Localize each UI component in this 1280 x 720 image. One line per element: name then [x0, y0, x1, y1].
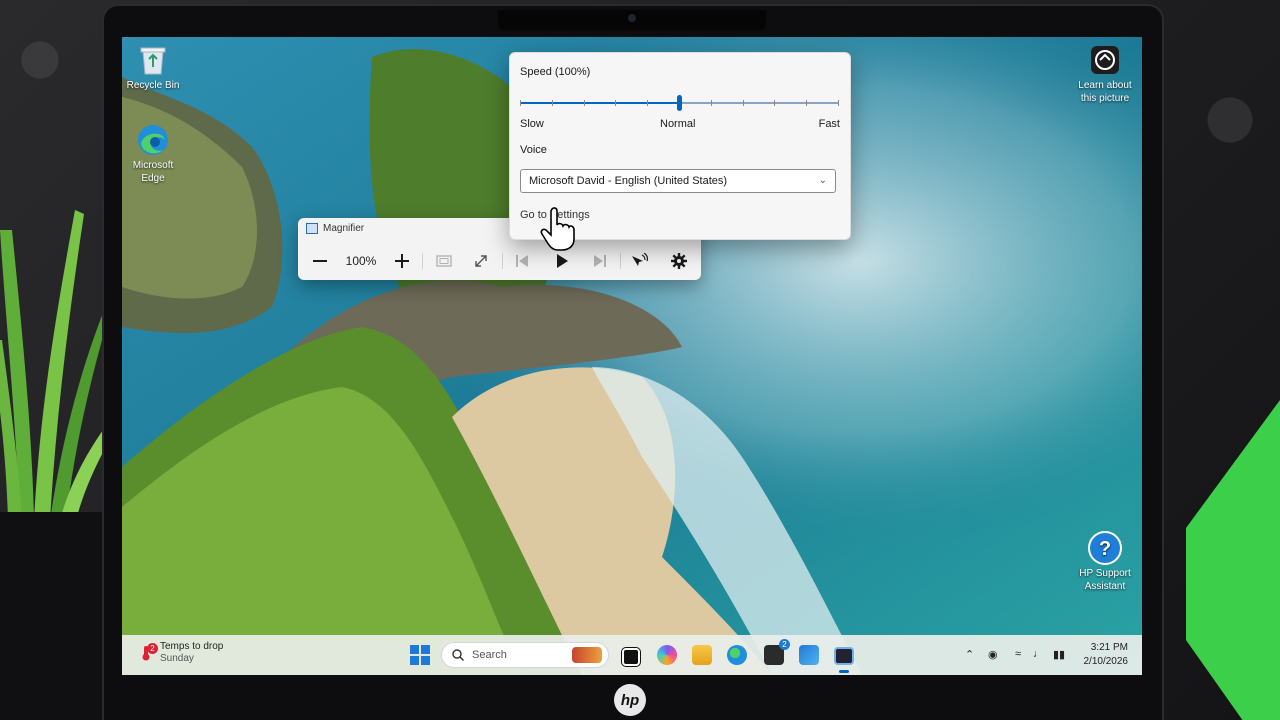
slider-tick [838, 100, 839, 106]
windows-logo-icon [421, 656, 430, 665]
desktop-icon-learn-about-picture[interactable]: Learn about this picture [1074, 43, 1136, 105]
outlook-icon[interactable] [799, 645, 819, 665]
slow-label: Slow [520, 118, 544, 130]
fast-label: Fast [818, 118, 840, 130]
desktop-icon-label: HP Support Assistant [1079, 568, 1131, 592]
next-button[interactable] [588, 244, 612, 278]
zoom-out-button[interactable] [308, 244, 332, 278]
thermometer-icon: 2 [138, 643, 158, 661]
search-placeholder: Search [472, 649, 507, 661]
read-aloud-icon [632, 253, 648, 266]
speed-slider[interactable] [520, 95, 839, 111]
slider-fill [520, 102, 679, 104]
weather-badge: 2 [147, 643, 158, 654]
desktop-icon-hp-support[interactable]: ? HP Support Assistant [1074, 531, 1136, 593]
desktop-icon-label: Microsoft Edge [132, 160, 174, 184]
plant-pot [0, 512, 104, 720]
microsoft-store-icon[interactable]: 2 [764, 639, 790, 665]
edge-icon [136, 123, 170, 157]
slider-tick [710, 100, 712, 106]
slider-tick [551, 100, 553, 106]
magnifier-toolbar: 100% [298, 244, 701, 278]
separator [502, 253, 503, 269]
slider-tick [520, 100, 521, 106]
zoom-level: 100% [345, 254, 377, 268]
slider-tick [647, 100, 649, 106]
desktop-icon-label: Recycle Bin [126, 80, 180, 91]
expand-button[interactable] [469, 244, 493, 278]
clock[interactable]: 3:21 PM 2/10/2026 [1084, 641, 1129, 669]
camera-info-icon [1088, 43, 1122, 77]
hp-logo: hp [614, 684, 646, 716]
slider-tick [774, 100, 776, 106]
weather-widget[interactable]: 2 Temps to drop Sunday [138, 641, 223, 665]
taskbar: 2 Temps to drop Sunday Search 2 ⌃ ◉ ≈ ♩ [122, 635, 1142, 675]
magnifier-title: Magnifier [323, 223, 365, 234]
speed-label: Speed (100%) [520, 66, 591, 78]
minus-icon [313, 260, 327, 262]
view-button[interactable] [432, 244, 456, 278]
slider-tick [806, 100, 808, 106]
voice-selected-value: Microsoft David - English (United States… [529, 175, 728, 187]
gear-icon [671, 253, 687, 269]
copilot-icon[interactable] [657, 645, 677, 665]
edge-taskbar-icon[interactable] [727, 645, 747, 665]
expand-icon [475, 255, 487, 267]
start-button[interactable] [410, 645, 430, 665]
active-app-indicator [839, 670, 849, 673]
desktop-icon-edge[interactable]: Microsoft Edge [122, 123, 184, 185]
chevron-down-icon: ⌄ [818, 175, 827, 186]
desktop-icon-recycle-bin[interactable]: Recycle Bin [122, 43, 184, 92]
normal-label: Normal [660, 118, 696, 130]
plant [0, 210, 110, 520]
magnifier-taskbar-icon[interactable] [834, 647, 854, 665]
plus-icon [395, 254, 409, 268]
windows-logo-icon [410, 645, 419, 654]
separator [620, 253, 621, 269]
file-explorer-icon[interactable] [692, 645, 712, 665]
slider-tick [583, 100, 585, 106]
slider-tick [742, 100, 744, 106]
slider-tick [615, 100, 617, 106]
skip-back-icon [516, 255, 528, 267]
weather-title: Temps to drop [160, 641, 224, 652]
voice-dropdown[interactable]: Microsoft David - English (United States… [520, 169, 836, 193]
weather-subtitle: Sunday [160, 653, 194, 664]
separator [422, 253, 423, 269]
security-icon[interactable]: ◉ [988, 648, 998, 661]
skip-forward-icon [594, 255, 606, 267]
slider-thumb[interactable] [677, 95, 682, 111]
task-view-icon[interactable] [622, 648, 640, 666]
svg-text:?: ? [1099, 538, 1111, 560]
search-icon [452, 649, 464, 661]
magnifier-app-icon [306, 223, 318, 234]
windows-logo-icon [421, 645, 430, 654]
desktop-icon-label: Learn about this picture [1078, 80, 1132, 104]
zoom-in-button[interactable] [390, 244, 414, 278]
wifi-icon[interactable]: ≈ [1015, 648, 1021, 660]
webcam [628, 14, 636, 22]
clock-time: 3:21 PM [1090, 642, 1128, 653]
help-icon: ? [1088, 531, 1122, 565]
read-from-here-button[interactable] [626, 244, 652, 278]
windows-logo-icon [410, 656, 419, 665]
screen: Recycle Bin Microsoft Edge Learn about t… [122, 37, 1142, 675]
store-badge: 2 [779, 639, 790, 650]
previous-button[interactable] [510, 244, 534, 278]
play-icon [557, 254, 568, 268]
battery-icon[interactable]: ▮▮ [1053, 648, 1065, 661]
chevron-up-icon[interactable]: ⌃ [965, 648, 974, 661]
volume-icon[interactable]: ♩ [1033, 648, 1044, 660]
taskbar-search[interactable]: Search [441, 642, 609, 668]
recycle-bin-icon [136, 43, 170, 77]
screen-view-icon [436, 255, 452, 267]
magnifier-titlebar[interactable]: Magnifier [306, 223, 364, 234]
search-highlight-icon [572, 647, 602, 663]
hand-pointer-cursor [540, 207, 575, 251]
settings-button[interactable] [666, 244, 692, 278]
clock-date: 2/10/2026 [1083, 656, 1129, 667]
voice-label: Voice [520, 144, 547, 156]
